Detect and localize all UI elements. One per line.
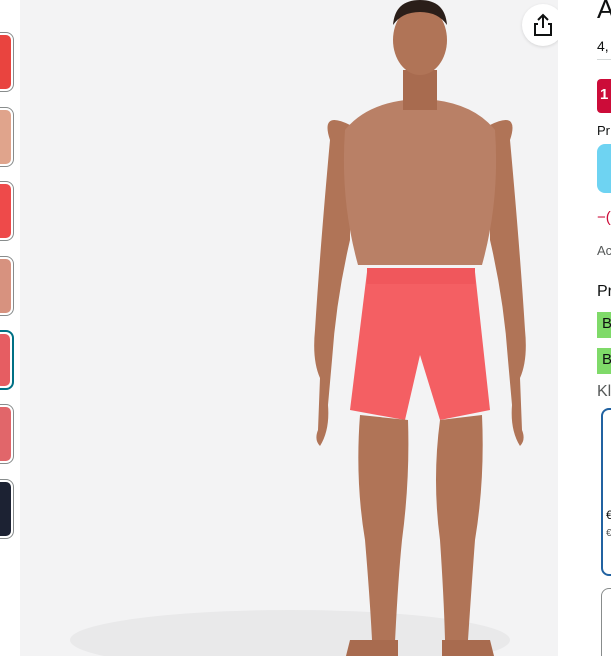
discount-text: −( xyxy=(597,209,611,226)
size-option[interactable] xyxy=(601,588,611,656)
thumbnail-2[interactable] xyxy=(0,107,14,167)
thumbnail-6[interactable] xyxy=(0,404,14,464)
size-option-selected[interactable]: € € xyxy=(601,408,611,576)
size-label: Kl xyxy=(597,383,611,400)
deal-badge: 1 xyxy=(597,79,611,113)
thumbnail-4[interactable] xyxy=(0,256,14,316)
product-details-panel: A 4, 1 Pr −( Ac Pr B B Kl € € xyxy=(597,0,611,656)
promo-badge-2-label: B xyxy=(602,351,611,368)
rating-value[interactable]: 4, xyxy=(597,38,609,54)
thumbnail-3[interactable] xyxy=(0,181,14,241)
promotions-heading: Pr xyxy=(597,283,611,300)
prime-banner[interactable] xyxy=(597,144,611,193)
thumbnail-strip xyxy=(0,0,16,656)
promo-badge-1-label: B xyxy=(602,315,611,332)
share-button[interactable] xyxy=(522,4,558,46)
share-icon xyxy=(534,13,552,36)
divider xyxy=(597,59,611,60)
promo-badge-2[interactable]: B xyxy=(597,348,611,374)
prime-text: Pr xyxy=(597,123,610,138)
ad-text: Ac xyxy=(597,243,611,258)
product-title[interactable]: A xyxy=(597,0,611,25)
deal-badge-label: 1 xyxy=(600,86,609,103)
main-product-image[interactable] xyxy=(20,0,558,656)
thumbnail-7[interactable] xyxy=(0,479,14,539)
size-option-subprice: € xyxy=(606,528,611,539)
thumbnail-1[interactable] xyxy=(0,32,14,92)
thumbnail-5[interactable] xyxy=(0,330,14,390)
promo-badge-1[interactable]: B xyxy=(597,312,611,338)
size-option-price: € xyxy=(606,508,611,522)
model-figure xyxy=(70,0,526,656)
